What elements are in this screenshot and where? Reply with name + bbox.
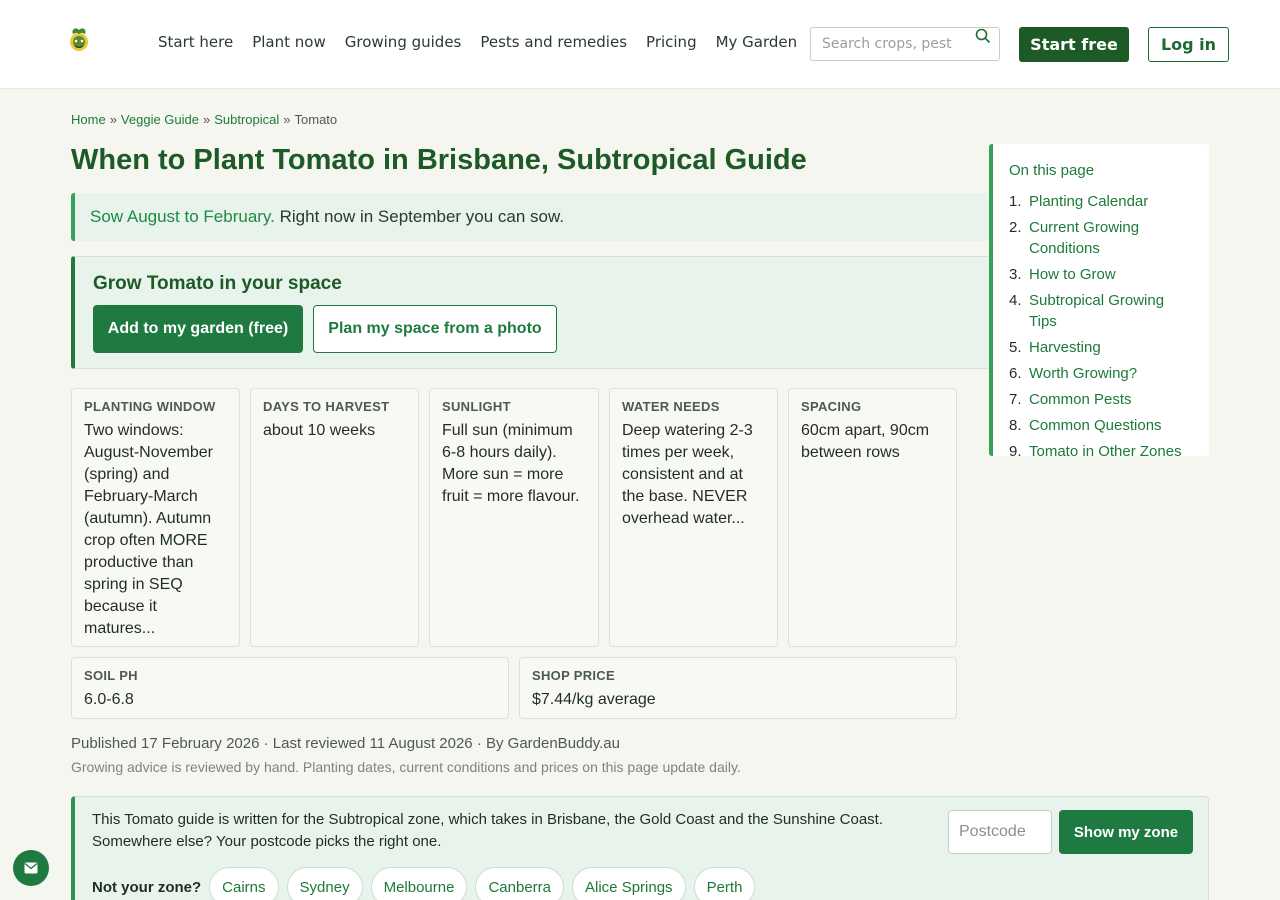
breadcrumb-separator: » xyxy=(109,112,117,127)
fact-label: Planting window xyxy=(84,399,216,414)
search-box xyxy=(810,27,1000,61)
fact-days-to-harvest: Days to harvest about 10 weeks xyxy=(250,388,419,647)
toc-link[interactable]: Common Questions xyxy=(1029,415,1162,436)
review-note: Growing advice is reviewed by hand. Plan… xyxy=(71,759,741,775)
feedback-chat-button[interactable] xyxy=(13,850,49,886)
zone-chip-melbourne[interactable]: Melbourne xyxy=(370,867,468,900)
fact-water-needs: Water needs Deep watering 2-3 times per … xyxy=(609,388,778,647)
toc-number: 2. xyxy=(1009,219,1022,236)
grow-box-title: Grow Tomato in your space xyxy=(93,273,342,294)
toc-item[interactable]: 1. Planting Calendar xyxy=(1009,191,1193,212)
grow-in-space-box: Grow Tomato in your space Add to my gard… xyxy=(71,256,991,369)
toc-number: 7. xyxy=(1009,391,1022,408)
fact-value: Two windows: August-November (spring) an… xyxy=(84,422,213,637)
fact-value: about 10 weeks xyxy=(263,422,376,439)
toc-number: 9. xyxy=(1009,443,1022,460)
fact-value: 6.0-6.8 xyxy=(84,691,134,708)
breadcrumb-home[interactable]: Home xyxy=(71,112,106,127)
toc-number: 6. xyxy=(1009,365,1022,382)
search-icon[interactable] xyxy=(975,28,991,44)
toc-number: 8. xyxy=(1009,417,1022,434)
search-input[interactable] xyxy=(811,28,971,60)
toc-link[interactable]: Current Growing Conditions xyxy=(1029,217,1193,259)
toc-link[interactable]: How to Grow xyxy=(1029,264,1116,285)
fact-value: Full sun (minimum 6-8 hours daily). More… xyxy=(442,422,580,505)
zone-box: This Tomato guide is written for the Sub… xyxy=(71,796,1209,900)
toc-item[interactable]: 6. Worth Growing? xyxy=(1009,363,1193,384)
nav-start-here[interactable]: Start here xyxy=(158,33,233,51)
login-button[interactable]: Log in xyxy=(1148,27,1229,62)
main-nav: Start here Plant now Growing guides Pest… xyxy=(158,33,816,51)
toc-number: 3. xyxy=(1009,266,1022,283)
fact-value: Deep watering 2-3 times per week, consis… xyxy=(622,422,753,527)
sow-highlight: Sow August to February. xyxy=(90,207,275,226)
fact-shop-price: Shop price $7.44/kg average xyxy=(519,657,957,719)
breadcrumb-separator: » xyxy=(203,112,211,127)
zone-chip-alice-springs[interactable]: Alice Springs xyxy=(572,867,686,900)
sow-now: Right now in September you can sow. xyxy=(274,207,565,226)
fact-label: Days to harvest xyxy=(263,399,390,414)
nav-pests-and-remedies[interactable]: Pests and remedies xyxy=(480,33,627,51)
toc-number: 1. xyxy=(1009,193,1022,210)
table-of-contents: On this page 1. Planting Calendar 2. Curre… xyxy=(989,144,1209,460)
nav-pricing[interactable]: Pricing xyxy=(646,33,697,51)
toc-list: 1. Planting Calendar 2. Current Growing Co… xyxy=(1009,191,1193,462)
start-free-button[interactable]: Start free xyxy=(1019,27,1129,62)
fact-soil-ph: Soil pH 6.0-6.8 xyxy=(71,657,509,719)
fact-planting-window: Planting window Two windows: August-Nove… xyxy=(71,388,240,647)
add-to-garden-button[interactable]: Add to my garden (free) xyxy=(93,305,303,353)
breadcrumb: Home» Veggie Guide» Subtropical» Tomato xyxy=(71,112,337,127)
postcode-input[interactable] xyxy=(948,810,1052,854)
fact-sunlight: Sunlight Full sun (minimum 6-8 hours dai… xyxy=(429,388,599,647)
sow-banner: Sow August to February. Right now in Sep… xyxy=(71,193,991,241)
toc-item[interactable]: 9. Tomato in Other Zones xyxy=(1009,441,1193,462)
breadcrumb-separator: » xyxy=(283,112,291,127)
fact-label: Spacing xyxy=(801,399,862,414)
page-title: When to Plant Tomato in Brisbane, Subtro… xyxy=(71,144,807,176)
zone-chips: Not your zone? Cairns Sydney Melbourne C… xyxy=(92,867,756,900)
zone-chip-perth[interactable]: Perth xyxy=(693,867,756,900)
published-info: Published 17 February 2026 · Last review… xyxy=(71,735,620,752)
toc-item[interactable]: 7. Common Pests xyxy=(1009,389,1193,410)
nav-growing-guides[interactable]: Growing guides xyxy=(345,33,462,51)
mail-icon xyxy=(24,862,38,874)
sprout-logo-icon[interactable] xyxy=(63,24,95,56)
zone-chip-canberra[interactable]: Canberra xyxy=(475,867,565,900)
toc-item[interactable]: 8. Common Questions xyxy=(1009,415,1193,436)
fact-label: Water needs xyxy=(622,399,720,414)
toc-item[interactable]: 4. Subtropical Growing Tips xyxy=(1009,290,1193,332)
toc-item[interactable]: 2. Current Growing Conditions xyxy=(1009,217,1193,259)
fact-label: Sunlight xyxy=(442,399,511,414)
nav-my-garden[interactable]: My Garden xyxy=(716,33,798,51)
fact-label: Soil pH xyxy=(84,668,138,683)
breadcrumb-current: Tomato xyxy=(294,112,338,127)
zone-description: This Tomato guide is written for the Sub… xyxy=(92,811,883,850)
toc-number: 5. xyxy=(1009,339,1022,356)
toc-link[interactable]: Planting Calendar xyxy=(1029,191,1148,212)
toc-item[interactable]: 3. How to Grow xyxy=(1009,264,1193,285)
fact-value: 60cm apart, 90cm between rows xyxy=(801,422,930,461)
nav-plant-now[interactable]: Plant now xyxy=(252,33,326,51)
fact-spacing: Spacing 60cm apart, 90cm between rows xyxy=(788,388,957,647)
toc-item[interactable]: 5. Harvesting xyxy=(1009,337,1193,358)
not-your-zone-label: Not your zone? xyxy=(92,878,202,896)
toc-link[interactable]: Tomato in Other Zones xyxy=(1029,441,1182,462)
site-header: Start here Plant now Growing guides Pest… xyxy=(0,0,1280,89)
fact-label: Shop price xyxy=(532,668,615,683)
breadcrumb-veggie-guide[interactable]: Veggie Guide xyxy=(121,112,199,127)
breadcrumb-subtropical[interactable]: Subtropical xyxy=(214,112,279,127)
zone-chip-cairns[interactable]: Cairns xyxy=(209,867,279,900)
plan-space-photo-button[interactable]: Plan my space from a photo xyxy=(313,305,557,353)
toc-link[interactable]: Harvesting xyxy=(1029,337,1101,358)
fact-value: $7.44/kg average xyxy=(532,691,656,708)
toc-title: On this page xyxy=(1009,162,1095,179)
show-my-zone-button[interactable]: Show my zone xyxy=(1059,810,1193,854)
toc-number: 4. xyxy=(1009,292,1022,309)
toc-link[interactable]: Worth Growing? xyxy=(1029,363,1137,384)
toc-link[interactable]: Common Pests xyxy=(1029,389,1132,410)
toc-link[interactable]: Subtropical Growing Tips xyxy=(1029,290,1193,332)
zone-chip-sydney[interactable]: Sydney xyxy=(286,867,363,900)
